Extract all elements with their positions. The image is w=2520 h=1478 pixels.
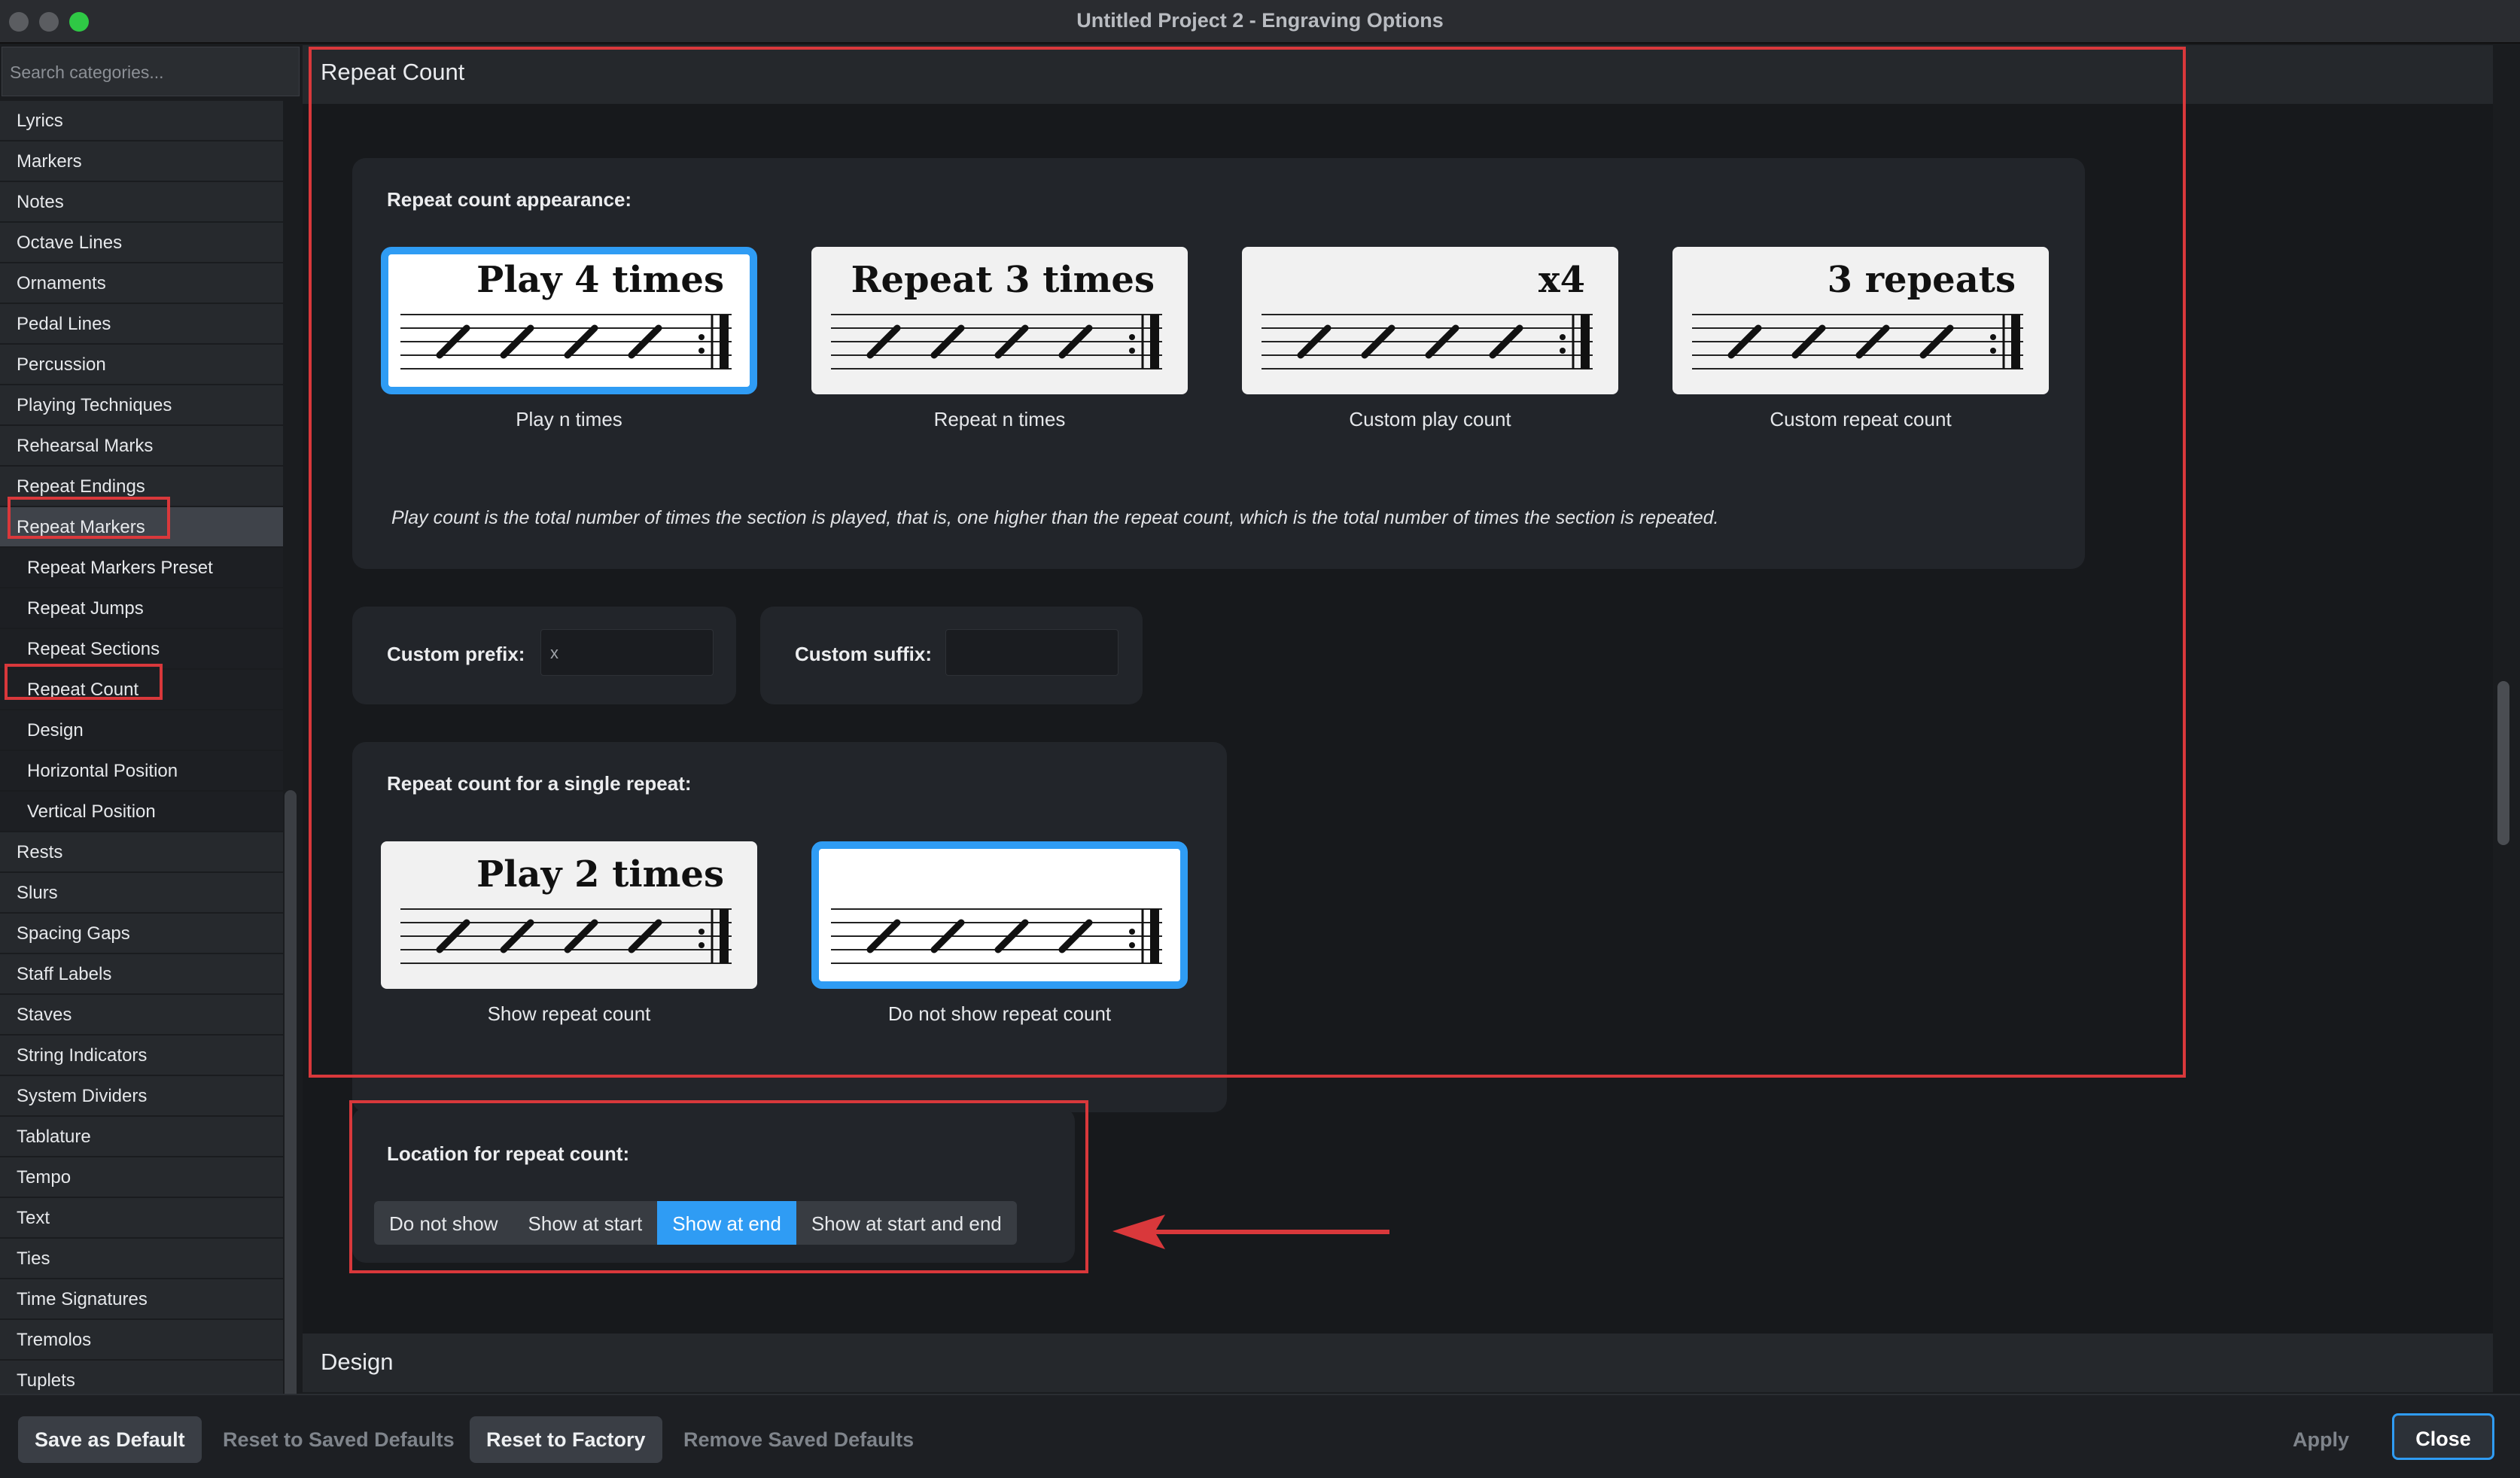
- sidebar-item-vertical-position[interactable]: Vertical Position: [0, 792, 283, 831]
- sidebar-item-pedal-lines[interactable]: Pedal Lines: [0, 304, 283, 343]
- sidebar-scrollbar[interactable]: [285, 790, 297, 1437]
- sidebar-item-ties[interactable]: Ties: [0, 1239, 283, 1278]
- sidebar-item-repeat-sections[interactable]: Repeat Sections: [0, 629, 283, 668]
- apply-button[interactable]: Apply: [2276, 1416, 2366, 1463]
- sidebar-item-staves[interactable]: Staves: [0, 995, 283, 1034]
- category-sidebar: Search categories... Lyrics Markers Notes O…: [0, 45, 301, 1437]
- sidebar-item-playing-techniques[interactable]: Playing Techniques: [0, 385, 283, 424]
- category-list: Lyrics Markers Notes Octave Lines Ornaments P…: [0, 101, 283, 1440]
- annotation-box-repeat-count-item: [5, 664, 163, 700]
- sidebar-item-system-dividers[interactable]: System Dividers: [0, 1076, 283, 1115]
- sidebar-item-repeat-jumps[interactable]: Repeat Jumps: [0, 588, 283, 628]
- remove-saved-defaults-button[interactable]: Remove Saved Defaults: [667, 1416, 930, 1463]
- sidebar-item-horizontal-position[interactable]: Horizontal Position: [0, 751, 283, 790]
- sidebar-item-text[interactable]: Text: [0, 1198, 283, 1237]
- sidebar-item-string-indicators[interactable]: String Indicators: [0, 1036, 283, 1075]
- reset-to-factory-button[interactable]: Reset to Factory: [470, 1416, 662, 1463]
- section-header-design[interactable]: Design: [303, 1334, 2493, 1392]
- reset-to-saved-defaults-button[interactable]: Reset to Saved Defaults: [206, 1416, 471, 1463]
- close-button[interactable]: Close: [2392, 1413, 2494, 1460]
- sidebar-item-markers[interactable]: Markers: [0, 141, 283, 181]
- sidebar-item-spacing-gaps[interactable]: Spacing Gaps: [0, 914, 283, 953]
- sidebar-item-time-signatures[interactable]: Time Signatures: [0, 1279, 283, 1318]
- sidebar-item-notes[interactable]: Notes: [0, 182, 283, 221]
- sidebar-item-tablature[interactable]: Tablature: [0, 1117, 283, 1156]
- save-as-default-button[interactable]: Save as Default: [18, 1416, 202, 1463]
- sidebar-item-tremolos[interactable]: Tremolos: [0, 1320, 283, 1359]
- window-title: Untitled Project 2 - Engraving Options: [1076, 9, 1444, 32]
- main-scrollbar[interactable]: [2497, 681, 2509, 845]
- sidebar-item-staff-labels[interactable]: Staff Labels: [0, 954, 283, 993]
- sidebar-item-lyrics[interactable]: Lyrics: [0, 101, 283, 140]
- annotation-box-repeat-markers: [8, 497, 170, 539]
- sidebar-item-design[interactable]: Design: [0, 710, 283, 750]
- annotation-arrow-icon: [1112, 1215, 1389, 1249]
- sidebar-item-slurs[interactable]: Slurs: [0, 873, 283, 912]
- sidebar-item-repeat-markers-preset[interactable]: Repeat Markers Preset: [0, 548, 283, 587]
- sidebar-item-tempo[interactable]: Tempo: [0, 1157, 283, 1197]
- annotation-box-location: [349, 1100, 1088, 1273]
- sidebar-item-rests[interactable]: Rests: [0, 832, 283, 871]
- category-search-input[interactable]: Search categories...: [2, 47, 300, 96]
- annotation-box-repeat-count-section: [309, 47, 2186, 1078]
- dialog-footer: Save as Default Reset to Saved Defaults …: [0, 1394, 2520, 1478]
- sidebar-item-ornaments[interactable]: Ornaments: [0, 263, 283, 303]
- sidebar-item-rehearsal-marks[interactable]: Rehearsal Marks: [0, 426, 283, 465]
- sidebar-item-percussion[interactable]: Percussion: [0, 345, 283, 384]
- window-titlebar: Untitled Project 2 - Engraving Options: [0, 0, 2520, 44]
- sidebar-item-octave-lines[interactable]: Octave Lines: [0, 223, 283, 262]
